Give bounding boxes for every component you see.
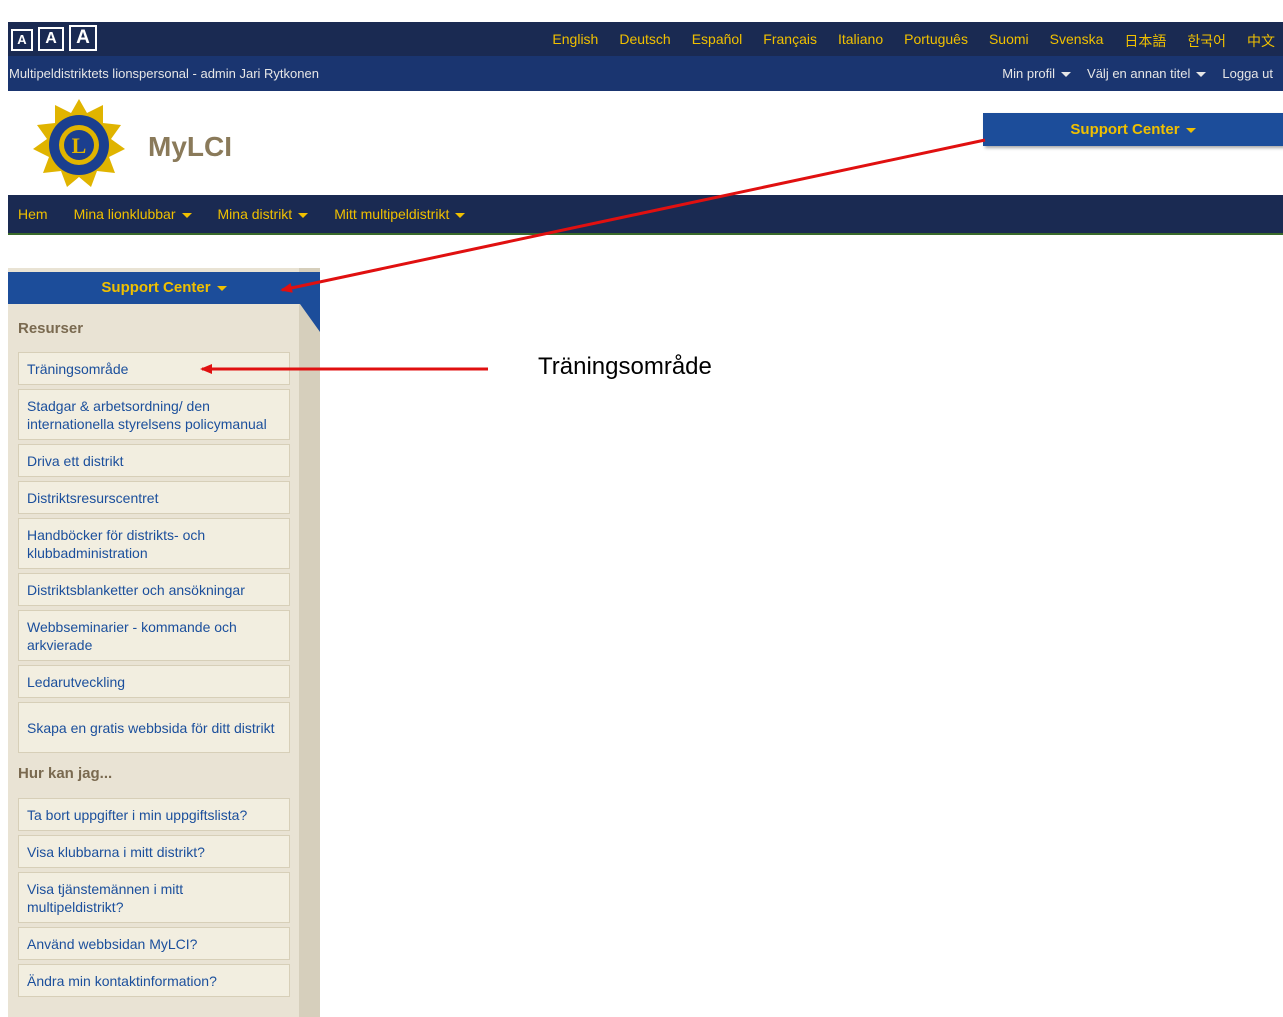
annotation-arrows [200, 138, 986, 374]
arrow-to-support-center [280, 138, 986, 293]
